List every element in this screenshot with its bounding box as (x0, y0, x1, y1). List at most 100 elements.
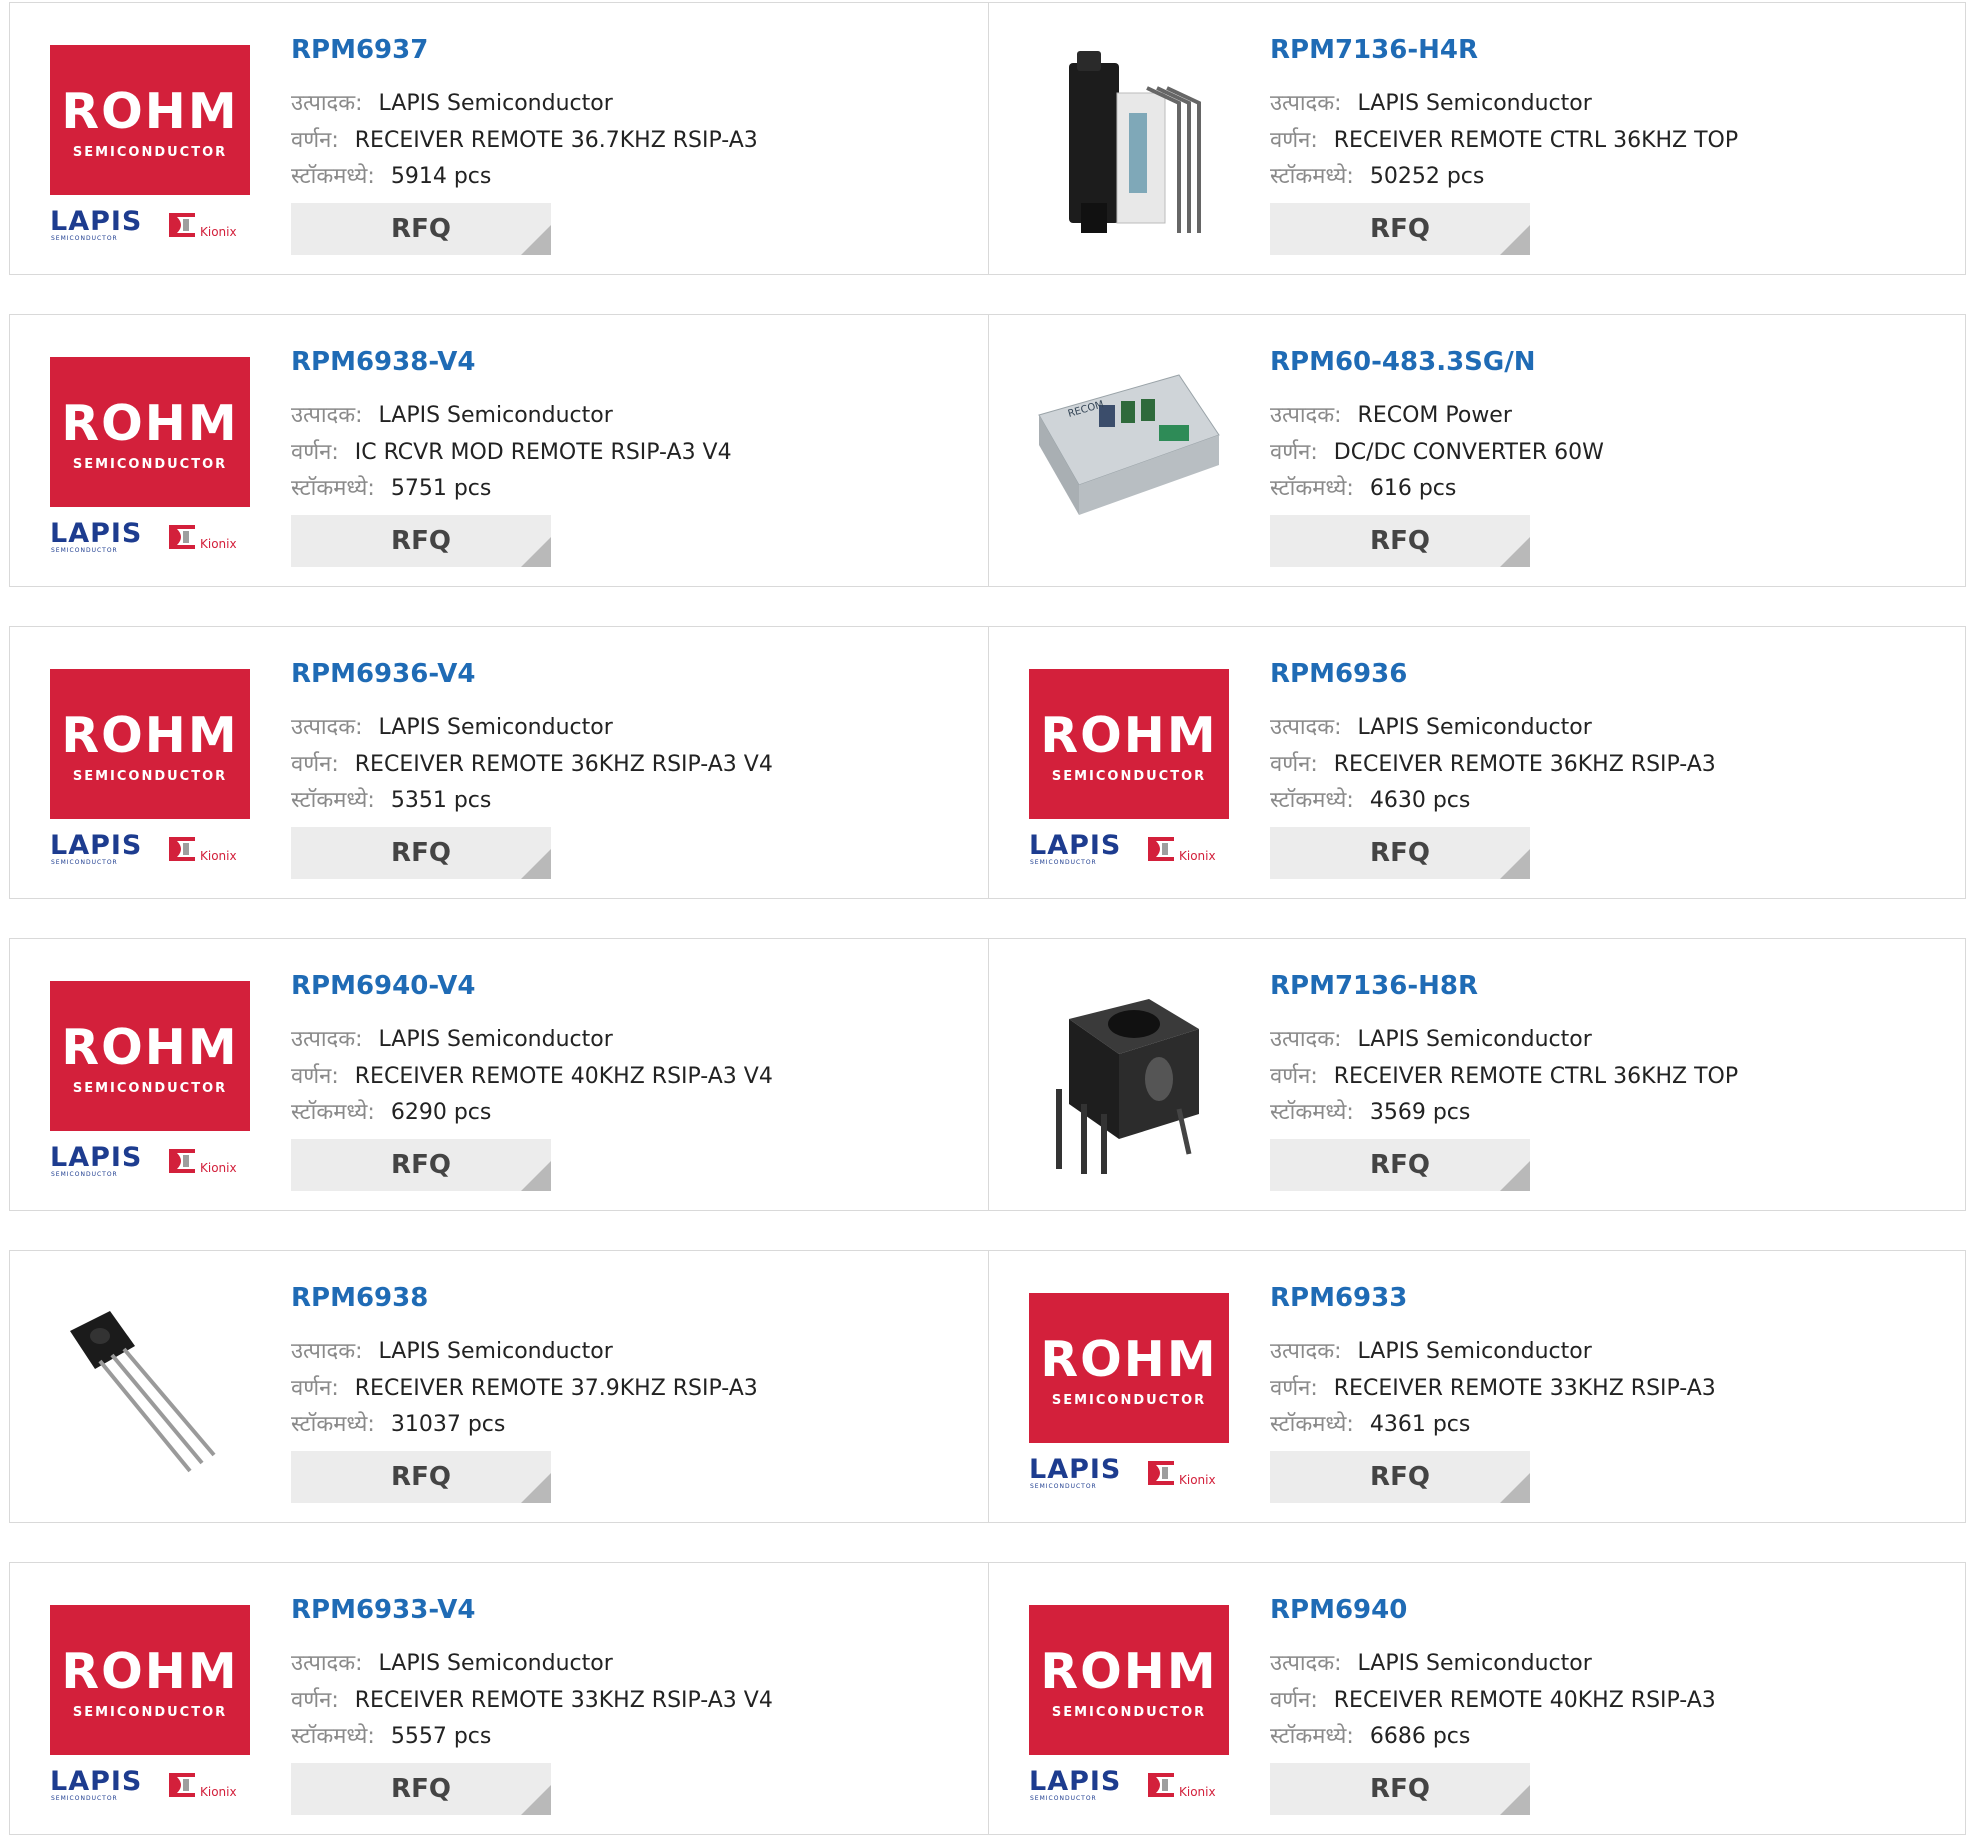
rfq-button[interactable]: RFQ (1270, 827, 1530, 879)
description-line: वर्णन: RECEIVER REMOTE 33KHZ RSIP-A3 (1270, 1372, 1716, 1402)
product-image[interactable]: ROHM SEMICONDUCTOR LAPIS SEMICONDUCTOR K… (1029, 667, 1229, 867)
product-image[interactable]: ROHM SEMICONDUCTOR LAPIS SEMICONDUCTOR K… (1029, 1291, 1229, 1491)
kionix-logo-icon (169, 837, 195, 861)
rohm-wordmark: ROHM (1040, 1643, 1218, 1700)
rohm-semiconductor-text: SEMICONDUCTOR (72, 457, 228, 472)
rfq-corner-decoration (521, 1785, 551, 1815)
description-value: RECEIVER REMOTE 33KHZ RSIP-A3 V4 (354, 1688, 773, 1713)
rfq-button[interactable]: RFQ (291, 1451, 551, 1503)
part-number-link[interactable]: RPM6938 (291, 1283, 428, 1313)
kionix-wordmark: Kionix (1179, 849, 1216, 863)
manufacturer-label: उत्पादक: (291, 1651, 363, 1676)
product-image[interactable]: ROHM SEMICONDUCTOR LAPIS SEMICONDUCTOR K… (50, 667, 250, 867)
lapis-semiconductor-text: SEMICONDUCTOR (1030, 1483, 1097, 1490)
product-image[interactable] (1029, 979, 1229, 1179)
product-image[interactable] (1029, 43, 1229, 243)
part-number-link[interactable]: RPM6940-V4 (291, 971, 475, 1001)
rfq-button[interactable]: RFQ (291, 1763, 551, 1815)
rohm-semiconductor-text: SEMICONDUCTOR (1051, 1705, 1207, 1720)
rfq-corner-decoration (521, 849, 551, 879)
description-line: वर्णन: DC/DC CONVERTER 60W (1270, 436, 1604, 466)
rfq-button[interactable]: RFQ (291, 1139, 551, 1191)
stock-line: स्टॉकमध्ये: 50252 pcs (1270, 160, 1484, 190)
rfq-button[interactable]: RFQ (1270, 1763, 1530, 1815)
stock-label: स्टॉकमध्ये: (291, 1724, 375, 1749)
manufacturer-label: उत्पादक: (291, 91, 363, 116)
stock-line: स्टॉकमध्ये: 6290 pcs (291, 1096, 491, 1126)
description-label: वर्णन: (1270, 128, 1318, 153)
stock-label: स्टॉकमध्ये: (1270, 1412, 1354, 1437)
rohm-logo-block: ROHM SEMICONDUCTOR (50, 669, 250, 819)
manufacturer-value: LAPIS Semiconductor (378, 1339, 613, 1364)
rohm-wordmark: ROHM (1040, 1331, 1218, 1388)
part-number-link[interactable]: RPM6936-V4 (291, 659, 475, 689)
rfq-corner-decoration (521, 537, 551, 567)
description-line: वर्णन: RECEIVER REMOTE 36.7KHZ RSIP-A3 (291, 124, 758, 154)
kionix-wordmark: Kionix (1179, 1785, 1216, 1799)
description-label: वर्णन: (291, 1064, 339, 1089)
manufacturer-value: RECOM Power (1357, 403, 1512, 428)
ir-receiver-module-icon (1069, 51, 1201, 233)
product-image[interactable]: RECOM (1029, 355, 1229, 555)
product-card: ROHM SEMICONDUCTOR LAPIS SEMICONDUCTOR K… (989, 1563, 1967, 1834)
part-number-link[interactable]: RPM6933-V4 (291, 1595, 475, 1625)
rohm-semiconductor-text: SEMICONDUCTOR (72, 1081, 228, 1096)
description-line: वर्णन: RECEIVER REMOTE CTRL 36KHZ TOP (1270, 1060, 1738, 1090)
product-image[interactable]: ROHM SEMICONDUCTOR LAPIS SEMICONDUCTOR K… (1029, 1603, 1229, 1803)
product-card: ROHM SEMICONDUCTOR LAPIS SEMICONDUCTOR K… (10, 627, 988, 898)
lapis-semiconductor-text: SEMICONDUCTOR (1030, 1795, 1097, 1802)
manufacturer-label: उत्पादक: (1270, 1651, 1342, 1676)
rohm-logo-block: ROHM SEMICONDUCTOR (50, 45, 250, 195)
lapis-wordmark: LAPIS (50, 830, 143, 861)
manufacturer-line: उत्पादक: LAPIS Semiconductor (1270, 1647, 1592, 1677)
stock-line: स्टॉकमध्ये: 616 pcs (1270, 472, 1456, 502)
lapis-wordmark: LAPIS (50, 518, 143, 549)
manufacturer-value: LAPIS Semiconductor (1357, 1651, 1592, 1676)
part-number-link[interactable]: RPM6937 (291, 35, 428, 65)
manufacturer-line: उत्पादक: LAPIS Semiconductor (291, 399, 613, 429)
lapis-wordmark: LAPIS (50, 1142, 143, 1173)
part-number-link[interactable]: RPM6940 (1270, 1595, 1407, 1625)
part-number-link[interactable]: RPM6933 (1270, 1283, 1407, 1313)
description-value: DC/DC CONVERTER 60W (1333, 440, 1604, 465)
rohm-logo-block: ROHM SEMICONDUCTOR (50, 981, 250, 1131)
part-number-link[interactable]: RPM7136-H8R (1270, 971, 1478, 1001)
product-image[interactable]: ROHM SEMICONDUCTOR LAPIS SEMICONDUCTOR K… (50, 355, 250, 555)
rfq-button[interactable]: RFQ (291, 827, 551, 879)
stock-label: स्टॉकमध्ये: (291, 1100, 375, 1125)
lapis-semiconductor-text: SEMICONDUCTOR (51, 235, 118, 242)
part-number-link[interactable]: RPM60-483.3SG/N (1270, 347, 1535, 377)
rfq-button[interactable]: RFQ (291, 203, 551, 255)
part-number-link[interactable]: RPM6936 (1270, 659, 1407, 689)
manufacturer-label: उत्पादक: (1270, 715, 1342, 740)
product-image[interactable]: ROHM SEMICONDUCTOR LAPIS SEMICONDUCTOR K… (50, 979, 250, 1179)
rfq-button-label: RFQ (391, 1150, 451, 1180)
rfq-button[interactable]: RFQ (1270, 1451, 1530, 1503)
product-image[interactable]: ROHM SEMICONDUCTOR LAPIS SEMICONDUCTOR K… (50, 43, 250, 243)
product-image[interactable]: ROHM SEMICONDUCTOR LAPIS SEMICONDUCTOR K… (50, 1603, 250, 1803)
manufacturer-line: उत्पादक: LAPIS Semiconductor (291, 87, 613, 117)
description-value: RECEIVER REMOTE 36KHZ RSIP-A3 (1333, 752, 1716, 777)
rfq-button-label: RFQ (1370, 214, 1430, 244)
stock-value: 5557 pcs (390, 1724, 492, 1749)
rfq-button[interactable]: RFQ (291, 515, 551, 567)
rfq-button[interactable]: RFQ (1270, 1139, 1530, 1191)
description-line: वर्णन: RECEIVER REMOTE 37.9KHZ RSIP-A3 (291, 1372, 758, 1402)
manufacturer-line: उत्पादक: LAPIS Semiconductor (1270, 87, 1592, 117)
manufacturer-label: उत्पादक: (291, 403, 363, 428)
rfq-corner-decoration (1500, 1161, 1530, 1191)
lapis-wordmark: LAPIS (50, 206, 143, 237)
part-number-link[interactable]: RPM6938-V4 (291, 347, 475, 377)
product-card: ROHM SEMICONDUCTOR LAPIS SEMICONDUCTOR K… (989, 627, 1967, 898)
product-image[interactable] (50, 1291, 250, 1491)
dc-dc-converter-icon: RECOM (1038, 374, 1220, 515)
lapis-semiconductor-text: SEMICONDUCTOR (1030, 859, 1097, 866)
manufacturer-label: उत्पादक: (1270, 1339, 1342, 1364)
product-row: ROHM SEMICONDUCTOR LAPIS SEMICONDUCTOR K… (9, 314, 1966, 587)
manufacturer-line: उत्पादक: LAPIS Semiconductor (291, 1335, 613, 1365)
rfq-button[interactable]: RFQ (1270, 203, 1530, 255)
rfq-button-label: RFQ (391, 838, 451, 868)
part-number-link[interactable]: RPM7136-H4R (1270, 35, 1478, 65)
rohm-semiconductor-text: SEMICONDUCTOR (72, 769, 228, 784)
rfq-button[interactable]: RFQ (1270, 515, 1530, 567)
